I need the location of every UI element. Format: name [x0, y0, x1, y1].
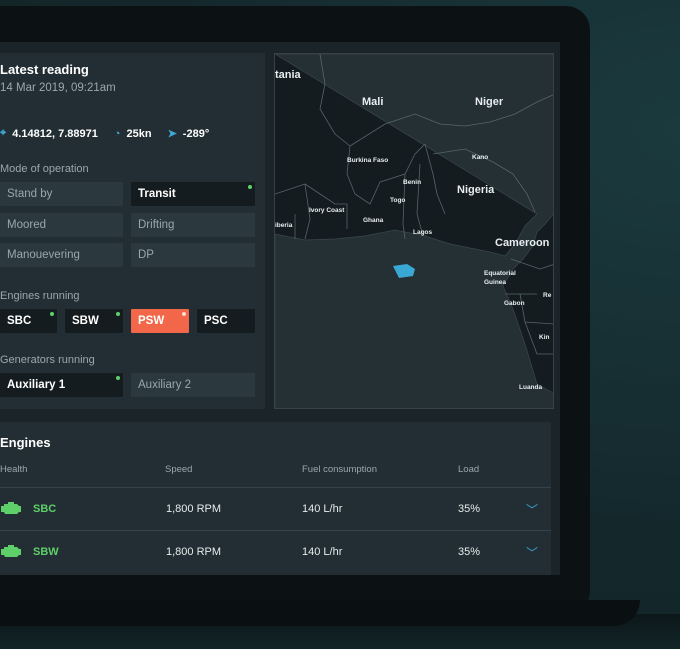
column-header-health: Health	[0, 464, 28, 475]
table-row[interactable]: SBW 1,800 RPM 140 L/hr 35% ﹀	[0, 530, 551, 573]
mode-label: Mode of operation	[0, 163, 89, 175]
engine-toggle-psc[interactable]: PSC	[197, 309, 255, 333]
speedometer-icon: ◔	[113, 127, 121, 140]
table-row[interactable]: SBC 1,800 RPM 140 L/hr 35% ﹀	[0, 487, 551, 530]
running-indicator-dot	[116, 376, 120, 380]
engine-fuel: 140 L/hr	[302, 546, 343, 558]
map-label-country: Gabon	[504, 300, 525, 307]
latest-reading-panel: Latest reading 14 Mar 2019, 09:21am ⌖ 4.…	[0, 53, 265, 409]
map-label-city: Luanda	[519, 384, 543, 391]
engine-health	[0, 501, 22, 518]
engine-speed: 1,800 RPM	[166, 546, 222, 558]
map-label-city: Kano	[472, 154, 489, 161]
engine-load: 35%	[458, 546, 481, 558]
column-header-speed: Speed	[165, 464, 193, 475]
map-label-country: Burkina Faso	[347, 157, 389, 164]
reading-timestamp: 14 Mar 2019, 09:21am	[0, 82, 116, 94]
engines-running-label: Engines running	[0, 290, 80, 302]
heading-group: ➤ -289°	[167, 127, 210, 141]
map-label-city: Lagos	[413, 229, 433, 236]
column-header-load: Load	[458, 464, 480, 475]
generators-running-label: Generators running	[0, 354, 95, 366]
warning-indicator-dot	[182, 312, 186, 316]
laptop-base	[0, 600, 640, 626]
heading-value: -289°	[182, 127, 210, 140]
speed-value: 25kn	[126, 127, 152, 140]
generator-auxiliary-1[interactable]: Auxiliary 1	[0, 373, 123, 397]
navigation-arrow-icon: ➤	[167, 128, 177, 140]
map-label-country: tania	[275, 69, 301, 81]
engines-title: Engines	[0, 435, 51, 450]
mode-transit[interactable]: Transit	[131, 182, 255, 206]
engine-toggle-sbw[interactable]: SBW	[65, 309, 123, 333]
engine-load: 35%	[458, 503, 481, 515]
engine-toggle-label: SBC	[7, 315, 32, 327]
engine-toggle-label: SBW	[72, 315, 99, 327]
map-label-country: iberia	[275, 222, 293, 229]
engine-toggle-label: PSC	[204, 315, 228, 327]
engine-toggle-psw[interactable]: PSW	[131, 309, 189, 333]
generator-auxiliary-2[interactable]: Auxiliary 2	[131, 373, 255, 397]
engine-name: SBC	[33, 503, 57, 515]
map-label-country: Togo	[390, 197, 406, 204]
map-label-country: Niger	[475, 96, 504, 108]
engine-toggle-label: PSW	[138, 315, 165, 327]
column-header-fuel: Fuel consumption	[302, 464, 377, 475]
location-map[interactable]: tania Mali Niger Burkina Faso Kano Benin…	[274, 53, 554, 409]
engine-icon	[1, 545, 21, 557]
engine-name: SBW	[33, 546, 59, 558]
generator-label: Auxiliary 1	[7, 379, 66, 391]
map-label-country: Re	[543, 292, 552, 299]
map-label-country: Nigeria	[457, 184, 495, 196]
engine-health	[0, 544, 22, 561]
reading-meta: ⌖ 4.14812, 7.88971 ◔ 25kn ➤ -289°	[0, 127, 225, 140]
mode-transit-label: Transit	[138, 188, 176, 200]
engine-speed: 1,800 RPM	[166, 503, 222, 515]
mode-manouevering[interactable]: Manouevering	[0, 243, 123, 267]
engine-fuel: 140 L/hr	[302, 503, 343, 515]
active-indicator-dot	[248, 185, 252, 189]
map-label-country: Ivory Coast	[309, 207, 345, 214]
mode-moored[interactable]: Moored	[0, 213, 123, 237]
chevron-down-icon[interactable]: ﹀	[526, 501, 538, 518]
map-label-country: Mali	[362, 96, 384, 108]
coordinates-group: ⌖ 4.14812, 7.88971	[0, 127, 98, 140]
map-label-country: Cameroon	[495, 237, 550, 249]
mode-dp[interactable]: DP	[131, 243, 255, 267]
map-label-country: Equatorial Guinea	[484, 270, 516, 286]
mode-standby[interactable]: Stand by	[0, 182, 123, 206]
running-indicator-dot	[116, 312, 120, 316]
app-screen: Latest reading 14 Mar 2019, 09:21am ⌖ 4.…	[0, 42, 560, 575]
speed-group: ◔ 25kn	[114, 128, 152, 140]
latest-reading-title: Latest reading	[0, 62, 89, 77]
map-label-city: Kin	[539, 334, 550, 341]
running-indicator-dot	[50, 312, 54, 316]
map-label-country: Ghana	[363, 217, 384, 224]
map-label-country: Benin	[403, 179, 422, 186]
coordinates-value: 4.14812, 7.88971	[12, 127, 98, 140]
mode-drifting[interactable]: Drifting	[131, 213, 255, 237]
engines-panel: Engines Health Speed Fuel consumption Lo…	[0, 422, 551, 575]
engine-icon	[1, 502, 21, 514]
chevron-down-icon[interactable]: ﹀	[526, 544, 538, 561]
engine-toggle-sbc[interactable]: SBC	[0, 309, 57, 333]
crosshair-icon: ⌖	[0, 127, 7, 139]
